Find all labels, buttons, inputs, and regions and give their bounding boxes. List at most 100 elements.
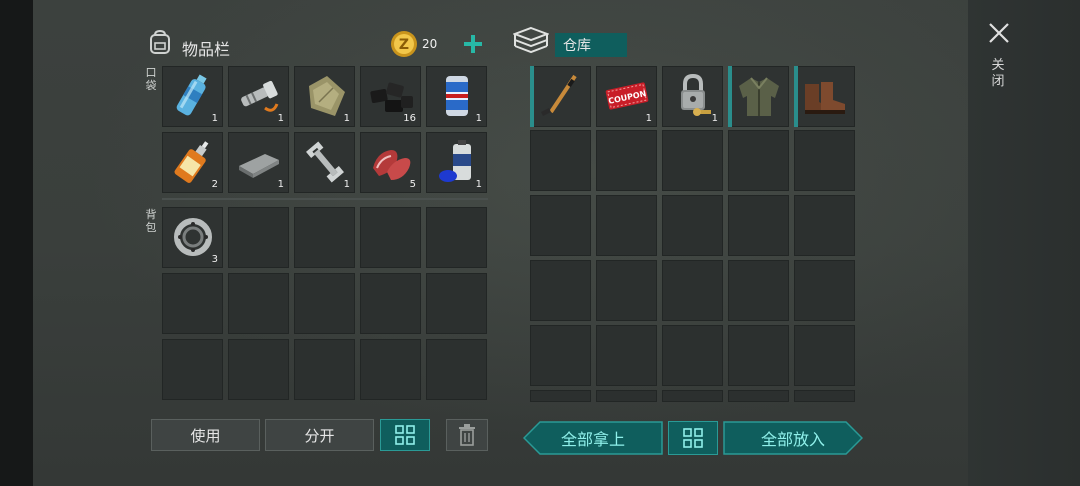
storage-slot[interactable] [794, 390, 855, 402]
qty: 1 [277, 113, 284, 124]
coupon-icon: COUPON [605, 82, 649, 110]
slot-cloth-scrap[interactable]: 1 [294, 66, 355, 127]
right-edge [968, 0, 1080, 486]
slot-coupon[interactable]: COUPON 1 [596, 66, 657, 127]
slot-water-bottle[interactable]: 1 [162, 66, 223, 127]
storage-slot[interactable] [662, 130, 723, 191]
storage-slot[interactable] [596, 195, 657, 256]
storage-slot[interactable] [794, 260, 855, 321]
storage-slot[interactable] [794, 325, 855, 386]
slot-boots[interactable] [794, 66, 855, 127]
storage-slot[interactable] [530, 390, 591, 402]
cloth-icon [309, 76, 345, 116]
add-coins-icon[interactable] [463, 34, 483, 54]
storage-title: 仓库 [555, 33, 627, 57]
take-all-button[interactable]: 全部拿上 [523, 421, 663, 455]
meat-icon [373, 150, 411, 180]
backpack-slot[interactable] [360, 273, 421, 334]
grid-icon [683, 428, 703, 448]
spray-can-icon [439, 140, 471, 182]
backpack-label: 背包 [145, 208, 157, 234]
storage-slot[interactable] [596, 325, 657, 386]
qty: 1 [343, 179, 350, 190]
backpack-slot[interactable] [228, 273, 289, 334]
backpack-slot[interactable] [162, 339, 223, 400]
put-all-button[interactable]: 全部放入 [723, 421, 863, 455]
slot-flashlight[interactable]: 1 [228, 66, 289, 127]
backpack-slot[interactable] [162, 273, 223, 334]
sort-inventory-button[interactable] [380, 419, 430, 451]
qty: 1 [645, 113, 652, 124]
can-icon [446, 76, 468, 116]
svg-text:Z: Z [399, 37, 409, 53]
storage-slot[interactable] [596, 390, 657, 402]
storage-slot[interactable] [530, 260, 591, 321]
wrench-icon [306, 141, 344, 183]
storage-slot[interactable] [794, 130, 855, 191]
qty: 2 [211, 179, 218, 190]
slot-hockey-stick[interactable] [530, 66, 591, 127]
storage-slot[interactable] [728, 260, 789, 321]
boots-icon [805, 82, 845, 114]
slot-raw-meat[interactable]: 5 [360, 132, 421, 193]
slot-spray-can[interactable]: 1 [426, 132, 487, 193]
storage-slot[interactable] [728, 130, 789, 191]
backpack-slot[interactable] [228, 339, 289, 400]
close-icon[interactable] [988, 22, 1010, 44]
storage-slot[interactable] [662, 390, 723, 402]
discard-button[interactable] [446, 419, 488, 451]
storage-slot[interactable] [662, 195, 723, 256]
slot-jacket[interactable] [728, 66, 789, 127]
inventory-title: 物品栏 [182, 40, 231, 59]
storage-slot[interactable] [728, 325, 789, 386]
jacket-icon [739, 77, 779, 116]
trash-icon [459, 424, 475, 446]
metal-bar-icon [239, 154, 279, 178]
close-label[interactable]: 关闭 [990, 58, 1006, 90]
qty: 1 [277, 179, 284, 190]
use-button[interactable]: 使用 [151, 419, 260, 451]
slot-padlock[interactable]: 1 [662, 66, 723, 127]
slot-glue-tube[interactable]: 2 [162, 132, 223, 193]
storage-slot[interactable] [530, 195, 591, 256]
slot-wrench[interactable]: 1 [294, 132, 355, 193]
storage-slot[interactable] [728, 195, 789, 256]
coin-count: 20 [422, 37, 438, 51]
slot-coal[interactable]: 16 [360, 66, 421, 127]
water-bottle-icon [176, 74, 207, 116]
backpack-slot[interactable] [294, 207, 355, 268]
split-button[interactable]: 分开 [265, 419, 374, 451]
bearing-icon [174, 218, 212, 256]
slot-bearing[interactable]: 3 [162, 207, 223, 268]
coin-icon: Z [391, 31, 417, 57]
storage-slot[interactable] [662, 325, 723, 386]
storage-slot[interactable] [530, 325, 591, 386]
backpack-slot[interactable] [426, 207, 487, 268]
flashlight-icon [241, 80, 279, 112]
padlock-icon [681, 73, 711, 116]
qty: 1 [343, 113, 350, 124]
storage-slot[interactable] [596, 130, 657, 191]
backpack-slot[interactable] [228, 207, 289, 268]
storage-slot[interactable] [530, 130, 591, 191]
left-edge [0, 0, 33, 486]
storage-icon [513, 26, 549, 54]
sort-storage-button[interactable] [668, 421, 718, 455]
backpack-slot[interactable] [426, 339, 487, 400]
backpack-icon [150, 29, 170, 54]
storage-slot[interactable] [596, 260, 657, 321]
storage-slot[interactable] [728, 390, 789, 402]
take-all-label: 全部拿上 [560, 430, 625, 449]
backpack-slot[interactable] [426, 273, 487, 334]
storage-slot[interactable] [662, 260, 723, 321]
game-screen: 物品栏 Z 20 口袋 背包 1 1 1 16 1 2 1 1 5 1 3 使用… [0, 0, 1080, 486]
storage-slot[interactable] [794, 195, 855, 256]
slot-metal-bar[interactable]: 1 [228, 132, 289, 193]
qty: 1 [711, 113, 718, 124]
backpack-slot[interactable] [360, 207, 421, 268]
backpack-slot[interactable] [294, 339, 355, 400]
pocket-label: 口袋 [145, 66, 157, 92]
backpack-slot[interactable] [360, 339, 421, 400]
backpack-slot[interactable] [294, 273, 355, 334]
slot-beer-can[interactable]: 1 [426, 66, 487, 127]
